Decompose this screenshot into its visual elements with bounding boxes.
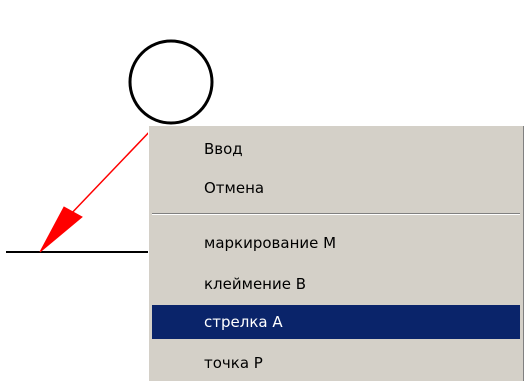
menu-item-stamping[interactable]: клеймение B: [152, 267, 520, 301]
menu-item-enter[interactable]: Ввод: [152, 132, 520, 166]
leader-arrowhead: [39, 206, 83, 253]
menu-item-cancel[interactable]: Отмена: [152, 171, 520, 205]
menu-item-point[interactable]: точка P: [152, 346, 520, 380]
menu-separator: [152, 213, 520, 215]
menu-item-arrow[interactable]: стрелка A: [152, 305, 520, 339]
symbol-circle: [128, 39, 214, 125]
menu-item-marking[interactable]: маркирование M: [152, 226, 520, 260]
leader-arrow-shaft: [67, 126, 155, 218]
context-menu: Ввод Отмена маркирование M клеймение B с…: [148, 125, 524, 381]
